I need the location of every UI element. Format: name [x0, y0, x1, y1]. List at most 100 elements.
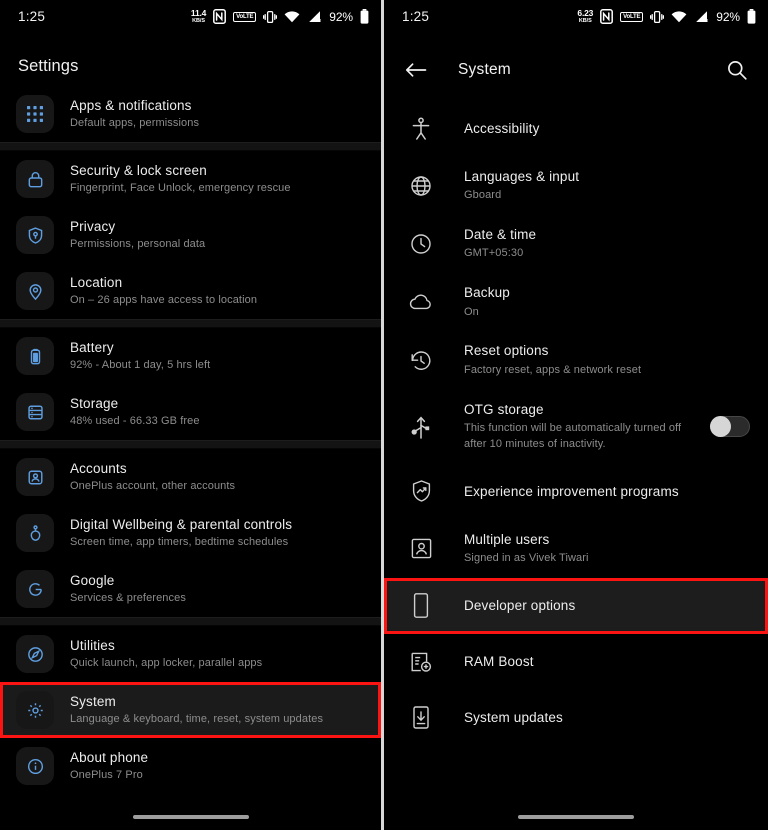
- settings-row-about[interactable]: About phone OnePlus 7 Pro: [0, 738, 381, 794]
- row-subtitle: Permissions, personal data: [70, 237, 206, 250]
- section-separator: [0, 617, 381, 626]
- row-title: Languages & input: [464, 169, 580, 184]
- row-title: Battery: [70, 339, 114, 355]
- row-subtitle: 92% - About 1 day, 5 hrs left: [70, 358, 211, 371]
- row-title: System updates: [464, 709, 563, 725]
- system-row-backup[interactable]: Backup On: [384, 273, 768, 331]
- network-speed-unit: KB/S: [578, 17, 592, 24]
- right-status-bar: 1:25 6.23 KB/S VoLTE R 92%: [384, 0, 768, 33]
- phone-outline-icon: [406, 592, 436, 619]
- apps-grid-icon: [16, 95, 54, 133]
- settings-row-google[interactable]: Google Services & preferences: [0, 561, 381, 617]
- row-subtitle: Fingerprint, Face Unlock, emergency resc…: [70, 181, 291, 194]
- settings-row-accounts[interactable]: Accounts OnePlus account, other accounts: [0, 449, 381, 505]
- settings-row-location[interactable]: Location On – 26 apps have access to loc…: [0, 263, 381, 319]
- system-row-datetime[interactable]: Date & time GMT+05:30: [384, 215, 768, 273]
- system-row-experience[interactable]: Experience improvement programs: [384, 464, 768, 520]
- row-title: About phone: [70, 749, 149, 765]
- row-title: Multiple users: [464, 531, 550, 547]
- row-title: Accessibility: [464, 120, 540, 136]
- settings-row-security[interactable]: Security & lock screen Fingerprint, Face…: [0, 151, 381, 207]
- wifi-icon: [284, 11, 300, 23]
- section-separator: [0, 440, 381, 449]
- network-speed-indicator: 6.23 KB/S: [577, 9, 593, 24]
- row-title: Utilities: [70, 637, 115, 653]
- row-subtitle: Gboard: [464, 189, 502, 202]
- row-title: Storage: [70, 395, 119, 411]
- system-update-icon: [406, 705, 436, 730]
- home-gesture-pill[interactable]: [132, 815, 249, 819]
- row-subtitle: Language & keyboard, time, reset, system…: [70, 712, 324, 725]
- back-arrow-icon[interactable]: [402, 56, 430, 84]
- row-subtitle: OnePlus 7 Pro: [70, 768, 143, 781]
- svg-text:R: R: [318, 18, 322, 23]
- system-row-ram-boost[interactable]: RAM Boost: [384, 634, 768, 690]
- system-row-languages[interactable]: Languages & input Gboard: [384, 157, 768, 215]
- history-reset-icon: [406, 349, 436, 373]
- system-row-system-updates[interactable]: System updates: [384, 690, 768, 746]
- utilities-icon: [16, 635, 54, 673]
- system-row-reset[interactable]: Reset options Factory reset, apps & netw…: [384, 331, 768, 389]
- settings-row-system[interactable]: System Language & keyboard, time, reset,…: [0, 682, 381, 738]
- row-title: RAM Boost: [464, 653, 534, 669]
- row-title: Security & lock screen: [70, 162, 207, 178]
- otg-storage-toggle[interactable]: [710, 415, 750, 438]
- svg-text:R: R: [705, 18, 709, 23]
- location-pin-icon: [16, 272, 54, 310]
- cloud-icon: [406, 292, 436, 312]
- row-title: Accounts: [70, 460, 127, 476]
- row-subtitle: On: [464, 305, 479, 318]
- system-row-otg[interactable]: OTG storage This function will be automa…: [384, 390, 768, 464]
- status-icons: 6.23 KB/S VoLTE R 92%: [577, 9, 756, 24]
- row-title: Date & time: [464, 227, 537, 243]
- battery-icon: [747, 9, 756, 24]
- settings-row-wellbeing[interactable]: Digital Wellbeing & parental controls Sc…: [0, 505, 381, 561]
- section-separator: [0, 142, 381, 151]
- system-row-accessibility[interactable]: Accessibility: [384, 101, 768, 157]
- search-icon[interactable]: [724, 57, 750, 83]
- settings-group-1: Apps & notifications Default apps, permi…: [0, 86, 381, 142]
- storage-icon: [16, 393, 54, 431]
- shield-key-icon: [16, 216, 54, 254]
- right-gesture-navbar[interactable]: [384, 804, 768, 830]
- row-title: Digital Wellbeing & parental controls: [70, 516, 293, 532]
- row-subtitle: 48% used - 66.33 GB free: [70, 414, 200, 427]
- left-gesture-navbar[interactable]: [0, 804, 381, 830]
- network-speed-value: 6.23: [577, 8, 594, 18]
- network-speed-indicator: 11.4 KB/S: [191, 9, 206, 24]
- row-title: System: [70, 693, 116, 709]
- settings-row-apps[interactable]: Apps & notifications Default apps, permi…: [0, 86, 381, 142]
- usb-otg-icon: [406, 414, 436, 440]
- row-subtitle: Screen time, app timers, bedtime schedul…: [70, 535, 289, 548]
- wifi-icon: [671, 11, 687, 23]
- settings-row-utilities[interactable]: Utilities Quick launch, app locker, para…: [0, 626, 381, 682]
- settings-row-battery[interactable]: Battery 92% - About 1 day, 5 hrs left: [0, 328, 381, 384]
- nfc-icon: [213, 9, 227, 24]
- row-subtitle: Factory reset, apps & network reset: [464, 363, 642, 376]
- row-subtitle: GMT+05:30: [464, 247, 524, 260]
- status-icons: 11.4 KB/S VoLTE R 92%: [191, 9, 369, 24]
- clock-icon: [406, 232, 436, 256]
- app-bar-title: System: [458, 61, 511, 78]
- status-clock: 1:25: [402, 9, 430, 24]
- wellbeing-icon: [16, 514, 54, 552]
- app-bar: System: [384, 39, 768, 101]
- home-gesture-pill[interactable]: [518, 815, 634, 819]
- system-row-multiple-users[interactable]: Multiple users Signed in as Vivek Tiwari: [384, 520, 768, 578]
- left-status-bar: 1:25 11.4 KB/S VoLTE R 92%: [0, 0, 381, 33]
- row-subtitle: On – 26 apps have access to location: [70, 293, 258, 306]
- cellular-signal-icon: R: [309, 11, 322, 23]
- row-title: Apps & notifications: [70, 97, 192, 113]
- battery-icon: [360, 9, 369, 24]
- info-icon: [16, 747, 54, 785]
- ram-boost-icon: [406, 650, 436, 674]
- row-title: Developer options: [464, 597, 576, 613]
- settings-row-privacy[interactable]: Privacy Permissions, personal data: [0, 207, 381, 263]
- row-title: Backup: [464, 285, 510, 301]
- battery-percent-label: 92%: [716, 9, 740, 24]
- volte-badge: VoLTE: [620, 11, 644, 22]
- row-subtitle: Default apps, permissions: [70, 116, 200, 129]
- system-row-developer-options[interactable]: Developer options: [384, 577, 768, 634]
- network-speed-unit: KB/S: [192, 17, 205, 24]
- settings-row-storage[interactable]: Storage 48% used - 66.33 GB free: [0, 384, 381, 440]
